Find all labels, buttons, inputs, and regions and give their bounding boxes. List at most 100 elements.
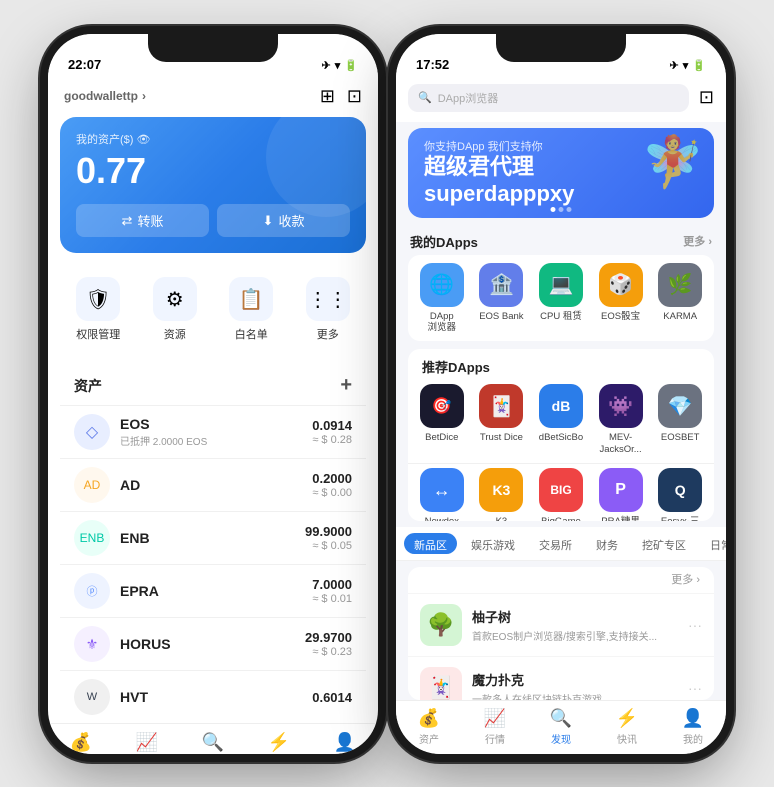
- banner-dots: [551, 207, 572, 212]
- r-nav-assets[interactable]: 💰 资产: [396, 701, 462, 754]
- yuzushu-icon: 🌳: [420, 604, 462, 646]
- eos-amount: 0.0914 ≈ $ 0.28: [312, 418, 352, 446]
- trustdice-icon: 🃏: [479, 384, 523, 428]
- epra-info: EPRA: [120, 583, 312, 599]
- quick-action-whitelist[interactable]: 📋 白名单: [229, 277, 273, 342]
- ad-name: AD: [120, 477, 312, 493]
- dapp-eosyx[interactable]: Q Eosyx-三公棋牌: [653, 468, 707, 521]
- asset-horus[interactable]: ⚜ HORUS 29.9700 ≈ $ 0.23: [60, 617, 366, 670]
- r-nav-discover[interactable]: 🔍 发现: [528, 701, 594, 754]
- more-grid-icon: ⋮⋮: [306, 277, 350, 321]
- dot-1: [551, 207, 556, 212]
- banner-text: 你支持DApp 我们支持你 超级君代理superdapppxy: [424, 138, 574, 207]
- right-phone: 17:52 ✈ ▾ 🔋 🔍 DApp浏览器 ⊡ 你支持DApp 我们支持你: [396, 34, 726, 754]
- new-app-molipoker[interactable]: 🃏 魔力扑克 一款多人在线区块链扑克游戏 ···: [408, 656, 714, 699]
- eosyx-icon: Q: [658, 468, 702, 512]
- pra-label: PRA糖果盒: [601, 516, 640, 521]
- dapp-eossicbo-icon: 🎲: [599, 263, 643, 307]
- left-time: 22:07: [68, 57, 101, 72]
- recommended-section: 推荐DApps 🎯 BetDice 🃏 Trust Dice dB dBetSi…: [408, 349, 714, 521]
- receive-label: 收款: [278, 211, 304, 230]
- tab-daily[interactable]: 日常工...: [700, 533, 726, 554]
- molipoker-name: 魔力扑克: [472, 670, 688, 689]
- right-time: 17:52: [416, 57, 449, 72]
- r-nav-profile[interactable]: 👤 我的: [660, 701, 726, 754]
- dapp-eosbet[interactable]: 💎 EOSBET: [653, 384, 707, 455]
- scan-icon[interactable]: ⊡: [347, 86, 362, 107]
- news-nav-icon: ⚡: [268, 732, 290, 753]
- tab-new[interactable]: 新品区: [404, 533, 457, 554]
- my-dapps-grid: 🌐 DApp浏览器 🏦 EOS Bank 💻 CPU 租赁 🎲 EOS骰宝 🌿: [408, 255, 714, 342]
- wallet-name[interactable]: goodwallettp ›: [64, 89, 146, 103]
- dapp-eossicbo-label: EOS骰宝: [601, 311, 640, 322]
- dapp-cpu[interactable]: 💻 CPU 租赁: [534, 263, 588, 334]
- qr-icon[interactable]: ⊞: [320, 86, 335, 107]
- nav-profile[interactable]: 👤 我的: [312, 724, 378, 753]
- enb-amount: 99.9000 ≈ $ 0.05: [305, 524, 352, 552]
- dapp-eosbank-label: EOS Bank: [479, 311, 523, 322]
- nav-market[interactable]: 📈 行情: [114, 724, 180, 753]
- trustdice-label: Trust Dice: [480, 432, 523, 443]
- asset-epra[interactable]: ⓟ EPRA 7.0000 ≈ $ 0.01: [60, 564, 366, 617]
- phones-container: 22:07 ✈ ▾ 🔋 goodwallettp › ⊞ ⊡: [28, 14, 746, 774]
- horus-name: HORUS: [120, 636, 305, 652]
- dapp-trustdice[interactable]: 🃏 Trust Dice: [474, 384, 528, 455]
- nav-discover[interactable]: 🔍 发现: [180, 724, 246, 753]
- biggame-label: BigGame: [541, 516, 581, 521]
- new-apps-more[interactable]: 更多 ›: [408, 567, 714, 593]
- whitelist-icon: 📋: [229, 277, 273, 321]
- dapp-newdex[interactable]: ↔ Newdex: [415, 468, 469, 521]
- quick-actions: 🛡 权限管理 ⚙ 资源 📋 白名单 ⋮⋮ 更多: [60, 265, 366, 350]
- dapp-betdice[interactable]: 🎯 BetDice: [415, 384, 469, 455]
- tab-games[interactable]: 娱乐游戏: [461, 533, 525, 554]
- nav-assets[interactable]: 💰 资产: [48, 724, 114, 753]
- epra-name: EPRA: [120, 583, 312, 599]
- rec-header: 推荐DApps: [408, 349, 714, 380]
- yuzushu-info: 柚子树 首款EOS制户浏览器/搜索引擎,支持接关...: [472, 607, 688, 643]
- hvt-name: HVT: [120, 689, 312, 705]
- assets-section: 资产 + ◇ EOS 已抵押 2.0000 EOS 0.0914 ≈ $ 0.2…: [60, 362, 366, 723]
- dapp-dbetsicbo[interactable]: dB dBetSicBo: [534, 384, 588, 455]
- dapp-mev[interactable]: 👾 MEV-JacksOr...: [594, 384, 648, 455]
- wallet-name-text: goodwallettp: [64, 89, 138, 103]
- quick-action-more[interactable]: ⋮⋮ 更多: [306, 277, 350, 342]
- permissions-label: 权限管理: [76, 326, 120, 342]
- assets-nav-icon: 💰: [70, 732, 92, 753]
- dapp-eossicbo[interactable]: 🎲 EOS骰宝: [594, 263, 648, 334]
- dapp-eosbank[interactable]: 🏦 EOS Bank: [474, 263, 528, 334]
- resources-label: 资源: [164, 326, 186, 342]
- tab-mining[interactable]: 挖矿专区: [632, 533, 696, 554]
- transfer-button[interactable]: ⇄ 转账: [76, 204, 209, 237]
- new-app-yuzushu[interactable]: 🌳 柚子树 首款EOS制户浏览器/搜索引擎,支持接关... ···: [408, 593, 714, 656]
- r-news-icon: ⚡: [616, 708, 638, 729]
- receive-button[interactable]: ⬇ 收款: [217, 204, 350, 237]
- ad-info: AD: [120, 477, 312, 493]
- asset-hvt[interactable]: W HVT 0.6014: [60, 670, 366, 723]
- molipoker-desc: 一款多人在线区块链扑克游戏: [472, 691, 688, 699]
- dapp-pra[interactable]: P PRA糖果盒: [594, 468, 648, 521]
- asset-eos[interactable]: ◇ EOS 已抵押 2.0000 EOS 0.0914 ≈ $ 0.28: [60, 405, 366, 458]
- dapp-biggame[interactable]: BIG BigGame: [534, 468, 588, 521]
- balance-card: 我的资产($) 👁 0.77 ⇄ 转账 ⬇ 收款: [60, 117, 366, 254]
- eos-icon: ◇: [74, 414, 110, 450]
- asset-ad[interactable]: AD AD 0.2000 ≈ $ 0.00: [60, 458, 366, 511]
- my-dapps-more[interactable]: 更多 ›: [683, 233, 712, 249]
- nav-news[interactable]: ⚡ 快讯: [246, 724, 312, 753]
- search-input-wrap[interactable]: 🔍 DApp浏览器: [408, 84, 689, 112]
- quick-action-permissions[interactable]: 🛡 权限管理: [76, 277, 120, 342]
- molipoker-icon: 🃏: [420, 667, 462, 699]
- asset-enb[interactable]: ENB ENB 99.9000 ≈ $ 0.05: [60, 511, 366, 564]
- promo-banner[interactable]: 你支持DApp 我们支持你 超级君代理superdapppxy 🧚: [408, 128, 714, 218]
- tab-exchange[interactable]: 交易所: [529, 533, 582, 554]
- dapp-k3[interactable]: K3 K3: [474, 468, 528, 521]
- battery-icon-r: 🔋: [692, 59, 706, 72]
- dapp-karma[interactable]: 🌿 KARMA: [653, 263, 707, 334]
- quick-action-resources[interactable]: ⚙ 资源: [153, 277, 197, 342]
- tab-finance[interactable]: 财务: [586, 533, 628, 554]
- dapp-browser[interactable]: 🌐 DApp浏览器: [415, 263, 469, 334]
- add-asset-button[interactable]: +: [340, 374, 352, 397]
- dapp-cpu-label: CPU 租赁: [540, 311, 582, 322]
- r-nav-news[interactable]: ⚡ 快讯: [594, 701, 660, 754]
- fullscreen-icon[interactable]: ⊡: [699, 87, 714, 108]
- r-nav-market[interactable]: 📈 行情: [462, 701, 528, 754]
